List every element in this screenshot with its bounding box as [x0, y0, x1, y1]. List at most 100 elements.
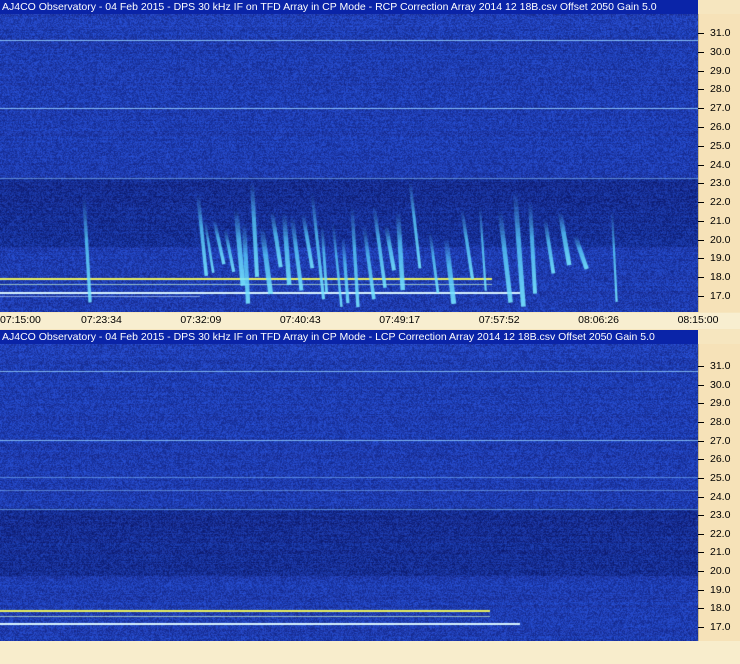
frequency-tick: 27.0	[698, 102, 740, 114]
rcp-panel: AJ4CO Observatory - 04 Feb 2015 - DPS 30…	[0, 0, 740, 329]
frequency-tick-label: 23.0	[710, 509, 731, 522]
frequency-tick-label: 26.0	[710, 453, 731, 466]
rcp-time-axis: 07:15:00 07:23:34 07:32:09 07:40:43 07:49:17…	[0, 313, 740, 329]
frequency-tick-label: 25.0	[710, 471, 731, 484]
frequency-tick: 25.0	[698, 472, 740, 484]
time-tick-label: 07:57:52	[478, 314, 520, 326]
frequency-tick: 23.0	[698, 509, 740, 521]
frequency-tick: 20.0	[698, 565, 740, 577]
time-tick-label: 08:06:26	[578, 314, 619, 326]
status-bar	[0, 641, 740, 664]
frequency-tick: 26.0	[698, 121, 740, 133]
tick-mark	[698, 608, 704, 610]
lcp-spectrogram-canvas	[0, 344, 698, 641]
frequency-tick-label: 22.0	[710, 196, 731, 209]
frequency-tick: 21.0	[698, 215, 740, 227]
rcp-frequency-axis: 31.0 30.0 29.0 28.0 27.0 26.0 25.0 24.0 23.0 22.0…	[698, 14, 740, 312]
frequency-tick: 29.0	[698, 65, 740, 77]
tick-mark	[698, 202, 704, 204]
frequency-tick: 17.0	[698, 621, 740, 633]
frequency-tick: 17.0	[698, 290, 740, 302]
time-tick-label: 07:23:34	[80, 314, 122, 326]
frequency-tick-label: 29.0	[710, 397, 731, 410]
frequency-tick-label: 19.0	[710, 252, 731, 265]
tick-mark	[698, 477, 704, 479]
tick-mark	[698, 296, 704, 297]
frequency-tick-label: 27.0	[710, 102, 731, 115]
rcp-spectrogram	[0, 14, 698, 312]
frequency-tick-label: 23.0	[710, 177, 731, 190]
frequency-tick: 24.0	[698, 491, 740, 503]
frequency-tick-label: 25.0	[710, 139, 731, 152]
tick-mark	[698, 89, 704, 91]
tick-mark	[698, 126, 704, 128]
time-tick-label: 07:49:17	[379, 314, 421, 326]
frequency-tick-label: 28.0	[710, 83, 731, 96]
frequency-tick-label: 17.0	[710, 290, 731, 302]
tick-mark	[698, 384, 704, 386]
frequency-tick: 25.0	[698, 140, 740, 152]
frequency-tick-label: 30.0	[710, 45, 731, 58]
frequency-tick: 31.0	[698, 360, 740, 372]
frequency-tick: 22.0	[698, 528, 740, 540]
frequency-tick-label: 29.0	[710, 64, 731, 77]
frequency-tick-label: 27.0	[710, 434, 731, 447]
frequency-tick-label: 26.0	[710, 120, 731, 133]
frequency-tick-label: 20.0	[710, 565, 731, 578]
frequency-tick-label: 31.0	[710, 360, 731, 372]
tick-mark	[698, 145, 704, 147]
frequency-tick: 26.0	[698, 453, 740, 465]
frequency-tick-label: 24.0	[710, 158, 731, 171]
lcp-panel-title: AJ4CO Observatory - 04 Feb 2015 - DPS 30…	[0, 330, 698, 344]
tick-mark	[698, 515, 704, 517]
frequency-tick-label: 30.0	[710, 378, 731, 391]
frequency-tick-label: 18.0	[710, 271, 731, 284]
tick-mark	[698, 258, 704, 260]
tick-mark	[698, 496, 704, 498]
tick-mark	[698, 571, 704, 573]
tick-mark	[698, 627, 704, 628]
frequency-tick-label: 31.0	[710, 27, 731, 39]
tick-mark	[698, 239, 704, 241]
frequency-tick: 19.0	[698, 584, 740, 596]
frequency-tick: 27.0	[698, 435, 740, 447]
frequency-tick-label: 19.0	[710, 583, 731, 596]
tick-mark	[698, 51, 704, 53]
lcp-frequency-axis: 31.0 30.0 29.0 28.0 27.0 26.0 25.0 24.0 23.0 22.0…	[698, 344, 740, 641]
frequency-tick-label: 24.0	[710, 490, 731, 503]
rcp-panel-title: AJ4CO Observatory - 04 Feb 2015 - DPS 30…	[0, 0, 698, 14]
frequency-tick: 18.0	[698, 602, 740, 614]
frequency-tick-label: 28.0	[710, 415, 731, 428]
frequency-tick-label: 21.0	[710, 214, 731, 227]
frequency-tick-label: 22.0	[710, 527, 731, 540]
tick-mark	[698, 459, 704, 461]
frequency-tick-label: 20.0	[710, 233, 731, 246]
frequency-tick: 18.0	[698, 271, 740, 283]
frequency-tick: 24.0	[698, 159, 740, 171]
tick-mark	[698, 552, 704, 554]
frequency-tick: 30.0	[698, 379, 740, 391]
frequency-tick: 29.0	[698, 397, 740, 409]
frequency-tick: 19.0	[698, 252, 740, 264]
tick-mark	[698, 164, 704, 166]
tick-mark	[698, 183, 704, 185]
frequency-tick: 22.0	[698, 196, 740, 208]
frequency-tick: 20.0	[698, 234, 740, 246]
tick-mark	[698, 421, 704, 423]
tick-mark	[698, 33, 704, 34]
lcp-panel: AJ4CO Observatory - 04 Feb 2015 - DPS 30…	[0, 330, 740, 641]
lcp-spectrogram	[0, 344, 698, 641]
tick-mark	[698, 589, 704, 591]
tick-mark	[698, 70, 704, 72]
time-tick-label: 07:15:00	[0, 314, 41, 326]
frequency-tick-label: 17.0	[710, 621, 731, 633]
tick-mark	[698, 220, 704, 222]
frequency-tick: 30.0	[698, 46, 740, 58]
frequency-tick-label: 18.0	[710, 602, 731, 615]
frequency-tick: 28.0	[698, 416, 740, 428]
tick-mark	[698, 403, 704, 405]
frequency-tick: 23.0	[698, 177, 740, 189]
frequency-tick: 28.0	[698, 83, 740, 95]
frequency-tick: 21.0	[698, 546, 740, 558]
tick-mark	[698, 440, 704, 442]
